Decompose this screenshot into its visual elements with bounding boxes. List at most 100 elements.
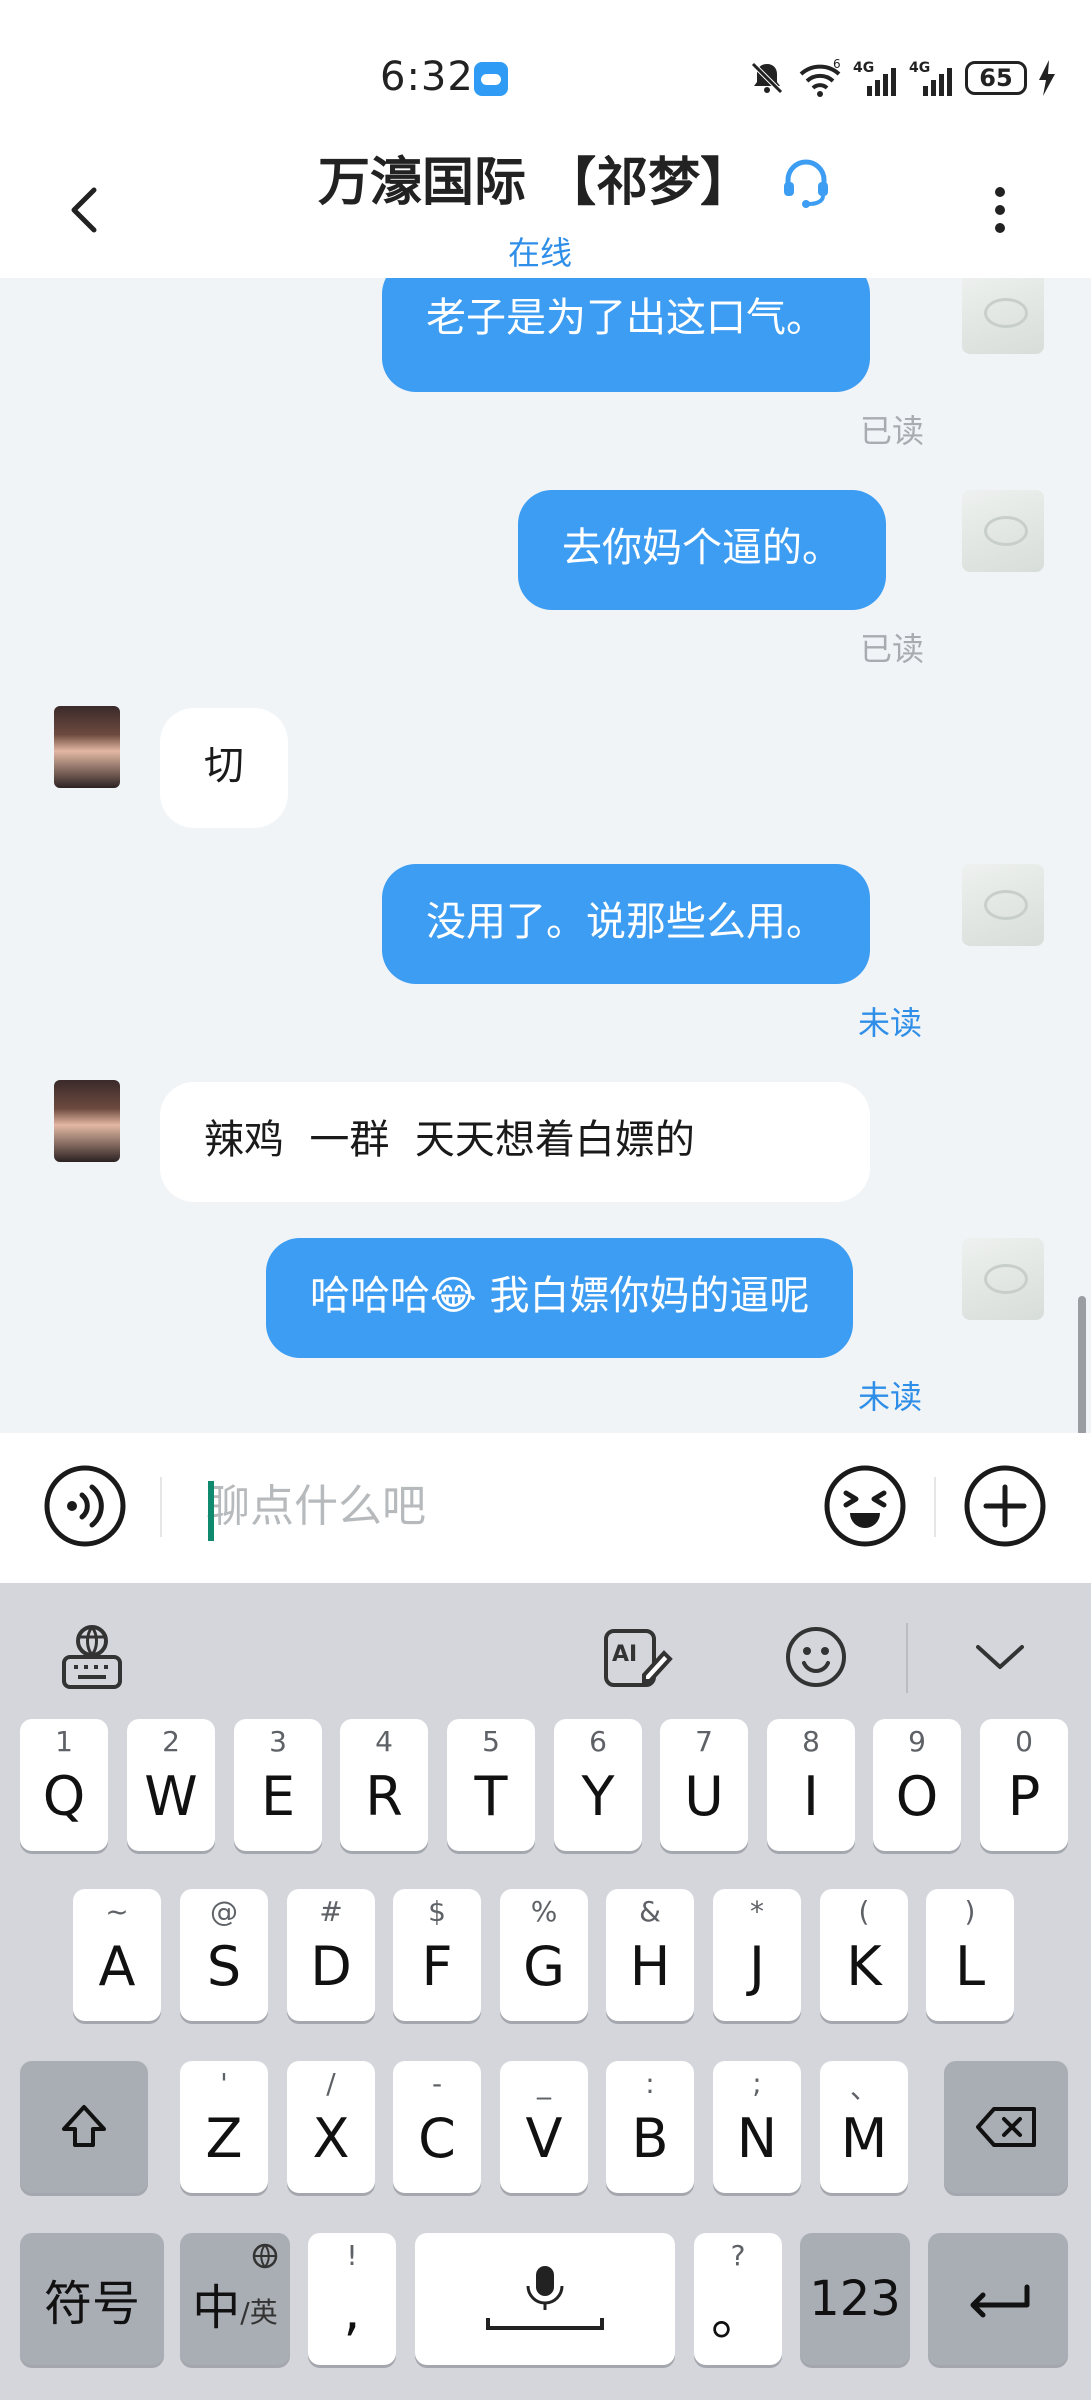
more-options-button[interactable]	[980, 180, 1020, 240]
keyboard-emoji-button[interactable]	[776, 1617, 856, 1697]
toolbar-divider	[906, 1623, 908, 1693]
emoji-icon	[824, 1465, 906, 1547]
avatar[interactable]	[962, 490, 1044, 572]
comma-key[interactable]: !,	[308, 2233, 396, 2365]
chat-header: 万濠国际 【祁梦】 在线	[0, 150, 1091, 278]
key-c[interactable]: -C	[393, 2061, 481, 2193]
message-list[interactable]: 老子是为了出这口气。 已读 去你妈个逼的。 已读 切 没用了。说那些么用。 未读…	[0, 278, 1091, 1433]
avatar[interactable]	[962, 278, 1044, 354]
enter-key[interactable]	[928, 2233, 1068, 2365]
message-bubble-outgoing[interactable]: 没用了。说那些么用。	[382, 864, 870, 984]
numbers-key[interactable]: 123	[800, 2233, 910, 2365]
key-alt: 3	[269, 1725, 287, 1758]
key-e[interactable]: 3E	[234, 1719, 322, 1851]
key-r[interactable]: 4R	[340, 1719, 428, 1851]
avatar[interactable]	[962, 864, 1044, 946]
message-text: 去你妈个逼的。	[562, 525, 842, 571]
key-v[interactable]: _ V	[500, 2061, 588, 2193]
key-m[interactable]: 、 M	[820, 2061, 908, 2193]
key-l[interactable]: ) L	[926, 1889, 1014, 2021]
battery-indicator: 65	[965, 61, 1027, 95]
key-b[interactable]: :B	[606, 2061, 694, 2193]
avatar[interactable]	[962, 1238, 1044, 1320]
key-alt: 7	[695, 1725, 713, 1758]
unread-receipt: 未读	[858, 1004, 923, 1042]
shift-key[interactable]	[20, 2061, 148, 2193]
plus-circle-icon	[964, 1465, 1046, 1547]
back-button[interactable]	[56, 180, 116, 240]
ai-write-button[interactable]: AI	[596, 1617, 676, 1697]
emoji-button[interactable]	[822, 1463, 908, 1549]
key-u[interactable]: 7U	[660, 1719, 748, 1851]
key-s[interactable]: @ S	[180, 1889, 268, 2021]
key-label: P	[1007, 1764, 1041, 1828]
key-label: I	[803, 1764, 819, 1828]
status-time: 6:32	[380, 54, 474, 100]
key-d[interactable]: # D	[287, 1889, 375, 2021]
key-y[interactable]: 6Y	[554, 1719, 642, 1851]
key-k[interactable]: (K	[820, 1889, 908, 2021]
space-key[interactable]	[415, 2233, 675, 2365]
key-j[interactable]: * J	[713, 1889, 801, 2021]
avatar[interactable]	[54, 706, 120, 788]
page-title: 万濠国际 【祁梦】	[318, 153, 753, 213]
key-x[interactable]: / X	[287, 2061, 375, 2193]
key-alt: !	[346, 2239, 358, 2272]
signal-icon-1: 4G	[853, 58, 899, 98]
backspace-icon	[976, 2107, 1036, 2147]
key-label: A	[98, 1934, 136, 1998]
key-alt: 4	[375, 1725, 393, 1758]
online-status: 在线	[508, 234, 573, 272]
key-alt: 2	[162, 1725, 180, 1758]
key-label: E	[260, 1764, 296, 1828]
key-q[interactable]: 1Q	[20, 1719, 108, 1851]
more-vertical-icon	[995, 187, 1005, 233]
headset-icon[interactable]	[778, 154, 834, 210]
backspace-key[interactable]	[944, 2061, 1068, 2193]
key-h[interactable]: & H	[606, 1889, 694, 2021]
message-bubble-incoming[interactable]: 辣鸡 一群 天天想着白嫖的	[160, 1082, 870, 1202]
keyboard-settings-button[interactable]	[52, 1617, 132, 1697]
key-alt: -	[431, 2067, 443, 2100]
scrollbar[interactable]	[1078, 1296, 1086, 1436]
period-key[interactable]: ?。	[694, 2233, 782, 2365]
key-label: C	[418, 2106, 456, 2170]
key-a[interactable]: ~ A	[73, 1889, 161, 2021]
key-label: 。	[711, 2283, 765, 2347]
message-bubble-incoming[interactable]: 切	[160, 708, 288, 828]
key-i[interactable]: 8I	[767, 1719, 855, 1851]
key-alt: '	[220, 2067, 228, 2100]
key-z[interactable]: ' Z	[180, 2061, 268, 2193]
message-input[interactable]	[206, 1463, 796, 1549]
key-g[interactable]: % G	[500, 1889, 588, 2021]
key-label: 中	[192, 2280, 241, 2336]
key-alt: /	[326, 2067, 336, 2100]
key-f[interactable]: $ F	[393, 1889, 481, 2021]
key-label: Q	[42, 1764, 86, 1828]
key-alt: 5	[482, 1725, 500, 1758]
voice-input-button[interactable]	[42, 1463, 128, 1549]
message-text: 老子是为了出这口气。	[426, 295, 826, 341]
symbols-key[interactable]: 符号	[20, 2233, 164, 2365]
key-alt: 9	[908, 1725, 926, 1758]
message-bubble-outgoing[interactable]: 去你妈个逼的。	[518, 490, 886, 610]
key-t[interactable]: 5T	[447, 1719, 535, 1851]
key-p[interactable]: 0P	[980, 1719, 1068, 1851]
language-switch-key[interactable]: 中/英	[180, 2233, 290, 2365]
key-alt: )	[964, 1895, 976, 1928]
divider	[934, 1477, 936, 1537]
ai-pen-icon: AI	[604, 1629, 673, 1687]
hide-keyboard-button[interactable]	[960, 1617, 1040, 1697]
message-bubble-outgoing[interactable]: 老子是为了出这口气。	[382, 278, 870, 392]
avatar[interactable]	[54, 1080, 120, 1162]
message-bubble-outgoing[interactable]: 哈哈哈😂 我白嫖你妈的逼呢	[266, 1238, 854, 1358]
add-attachment-button[interactable]	[962, 1463, 1048, 1549]
key-w[interactable]: 2W	[127, 1719, 215, 1851]
key-label: T	[474, 1764, 508, 1828]
key-n[interactable]: ; N	[713, 2061, 801, 2193]
key-label: 123	[809, 2271, 901, 2327]
status-icons: 6 4G 4G 65	[747, 56, 1057, 100]
key-o[interactable]: 9O	[873, 1719, 961, 1851]
key-alt: $	[428, 1895, 446, 1928]
key-label: ,	[343, 2278, 361, 2342]
